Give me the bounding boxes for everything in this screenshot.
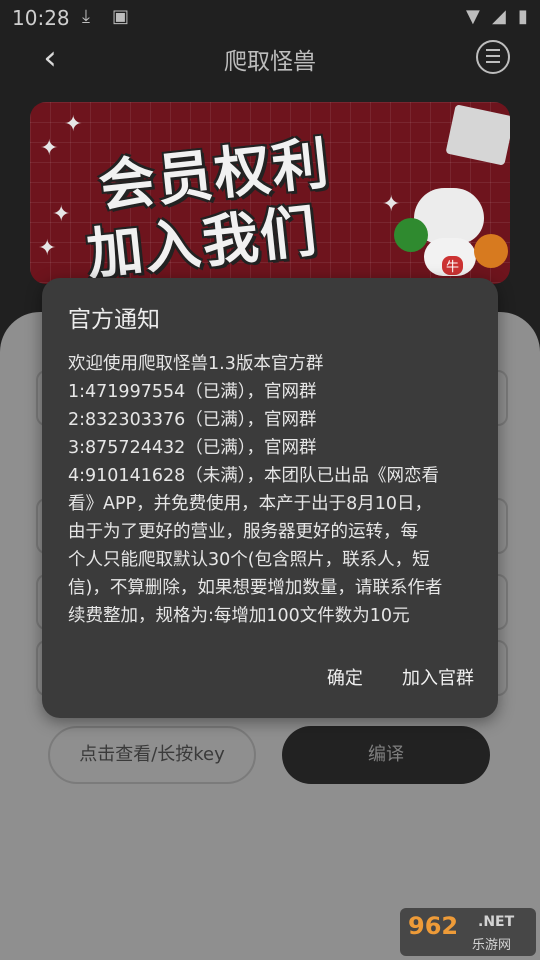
signal-icon: ◢ [492, 6, 506, 27]
watermark-site: 乐游网 [472, 938, 512, 953]
compile-button[interactable]: 编译 [282, 726, 490, 784]
dialog-line: 由于为了更好的营业，服务器更好的运转，每 [68, 522, 418, 542]
menu-line [486, 49, 500, 51]
menu-line [486, 55, 500, 57]
sparkle-icon: ✦ [38, 236, 57, 261]
dialog-message: 欢迎使用爬取怪兽1.3版本官方群 1:471997554（已满），官网群 2:8… [68, 350, 480, 630]
mascot-badge: 牛 [442, 256, 464, 275]
dialog-line: 看》APP，并免费使用，本产于出于8月10日， [68, 494, 432, 514]
battery-icon: ▮ [518, 6, 528, 27]
dialog-actions: 确定 加入官群 [293, 664, 474, 690]
confirm-button[interactable]: 确定 [327, 664, 363, 690]
page-title: 爬取怪兽 [224, 49, 316, 75]
sparkle-icon: ✦ [64, 112, 83, 137]
dialog-line: 3:875724432（已满），官网群 [68, 438, 317, 458]
sparkle-icon: ✦ [40, 136, 59, 161]
status-bar: 10:28 ⤓ ▣ ▼ ◢ ▮ [0, 0, 540, 36]
download-icon: ⤓ [82, 6, 90, 27]
watermark-logo: 962 .NET 乐游网 [400, 908, 536, 956]
dialog-line: 2:832303376（已满），官网群 [68, 410, 317, 430]
pompom-orange [474, 234, 508, 268]
pompom-green [394, 218, 428, 252]
watermark-net: .NET [478, 914, 515, 930]
dialog-line: 1:471997554（已满），官网群 [68, 382, 317, 402]
dialog-line: 个人只能爬取默认30个(包含照片，联系人，短 [68, 550, 430, 570]
dialog-line: 欢迎使用爬取怪兽1.3版本官方群 [68, 354, 324, 374]
dialog-line: 4:910141628（未满），本团队已出品《网恋看 [68, 466, 439, 486]
sparkle-icon: ✦ [52, 202, 71, 227]
status-time: 10:28 [12, 6, 70, 30]
view-key-button[interactable]: 点击查看/长按key [48, 726, 256, 784]
app-bar: ‹ 爬取怪兽 [0, 36, 540, 96]
sparkle-icon: ✦ [382, 192, 401, 217]
membership-banner[interactable]: ✦ ✦ ✦ ✦ ✦ 会员权利 加入我们 牛 [30, 102, 510, 284]
screen: 10:28 ⤓ ▣ ▼ ◢ ▮ ‹ 爬取怪兽 ✦ ✦ ✦ ✦ ✦ 会员权利 加入… [0, 0, 540, 960]
wifi-icon: ▼ [466, 6, 480, 27]
join-group-button[interactable]: 加入官群 [402, 664, 474, 690]
card-decoration [445, 104, 510, 166]
menu-line [486, 61, 500, 63]
notice-dialog: 官方通知 欢迎使用爬取怪兽1.3版本官方群 1:471997554（已满），官网… [42, 278, 498, 718]
dialog-title: 官方通知 [68, 307, 160, 333]
dialog-line: 信)，不算删除，如果想要增加数量，请联系作者 [68, 578, 443, 598]
app-notification-icon: ▣ [112, 6, 130, 27]
menu-icon[interactable] [476, 40, 510, 74]
watermark-number: 962 [408, 912, 459, 940]
dialog-line: 续费整加，规格为:每增加100文件数为10元 [68, 606, 410, 626]
